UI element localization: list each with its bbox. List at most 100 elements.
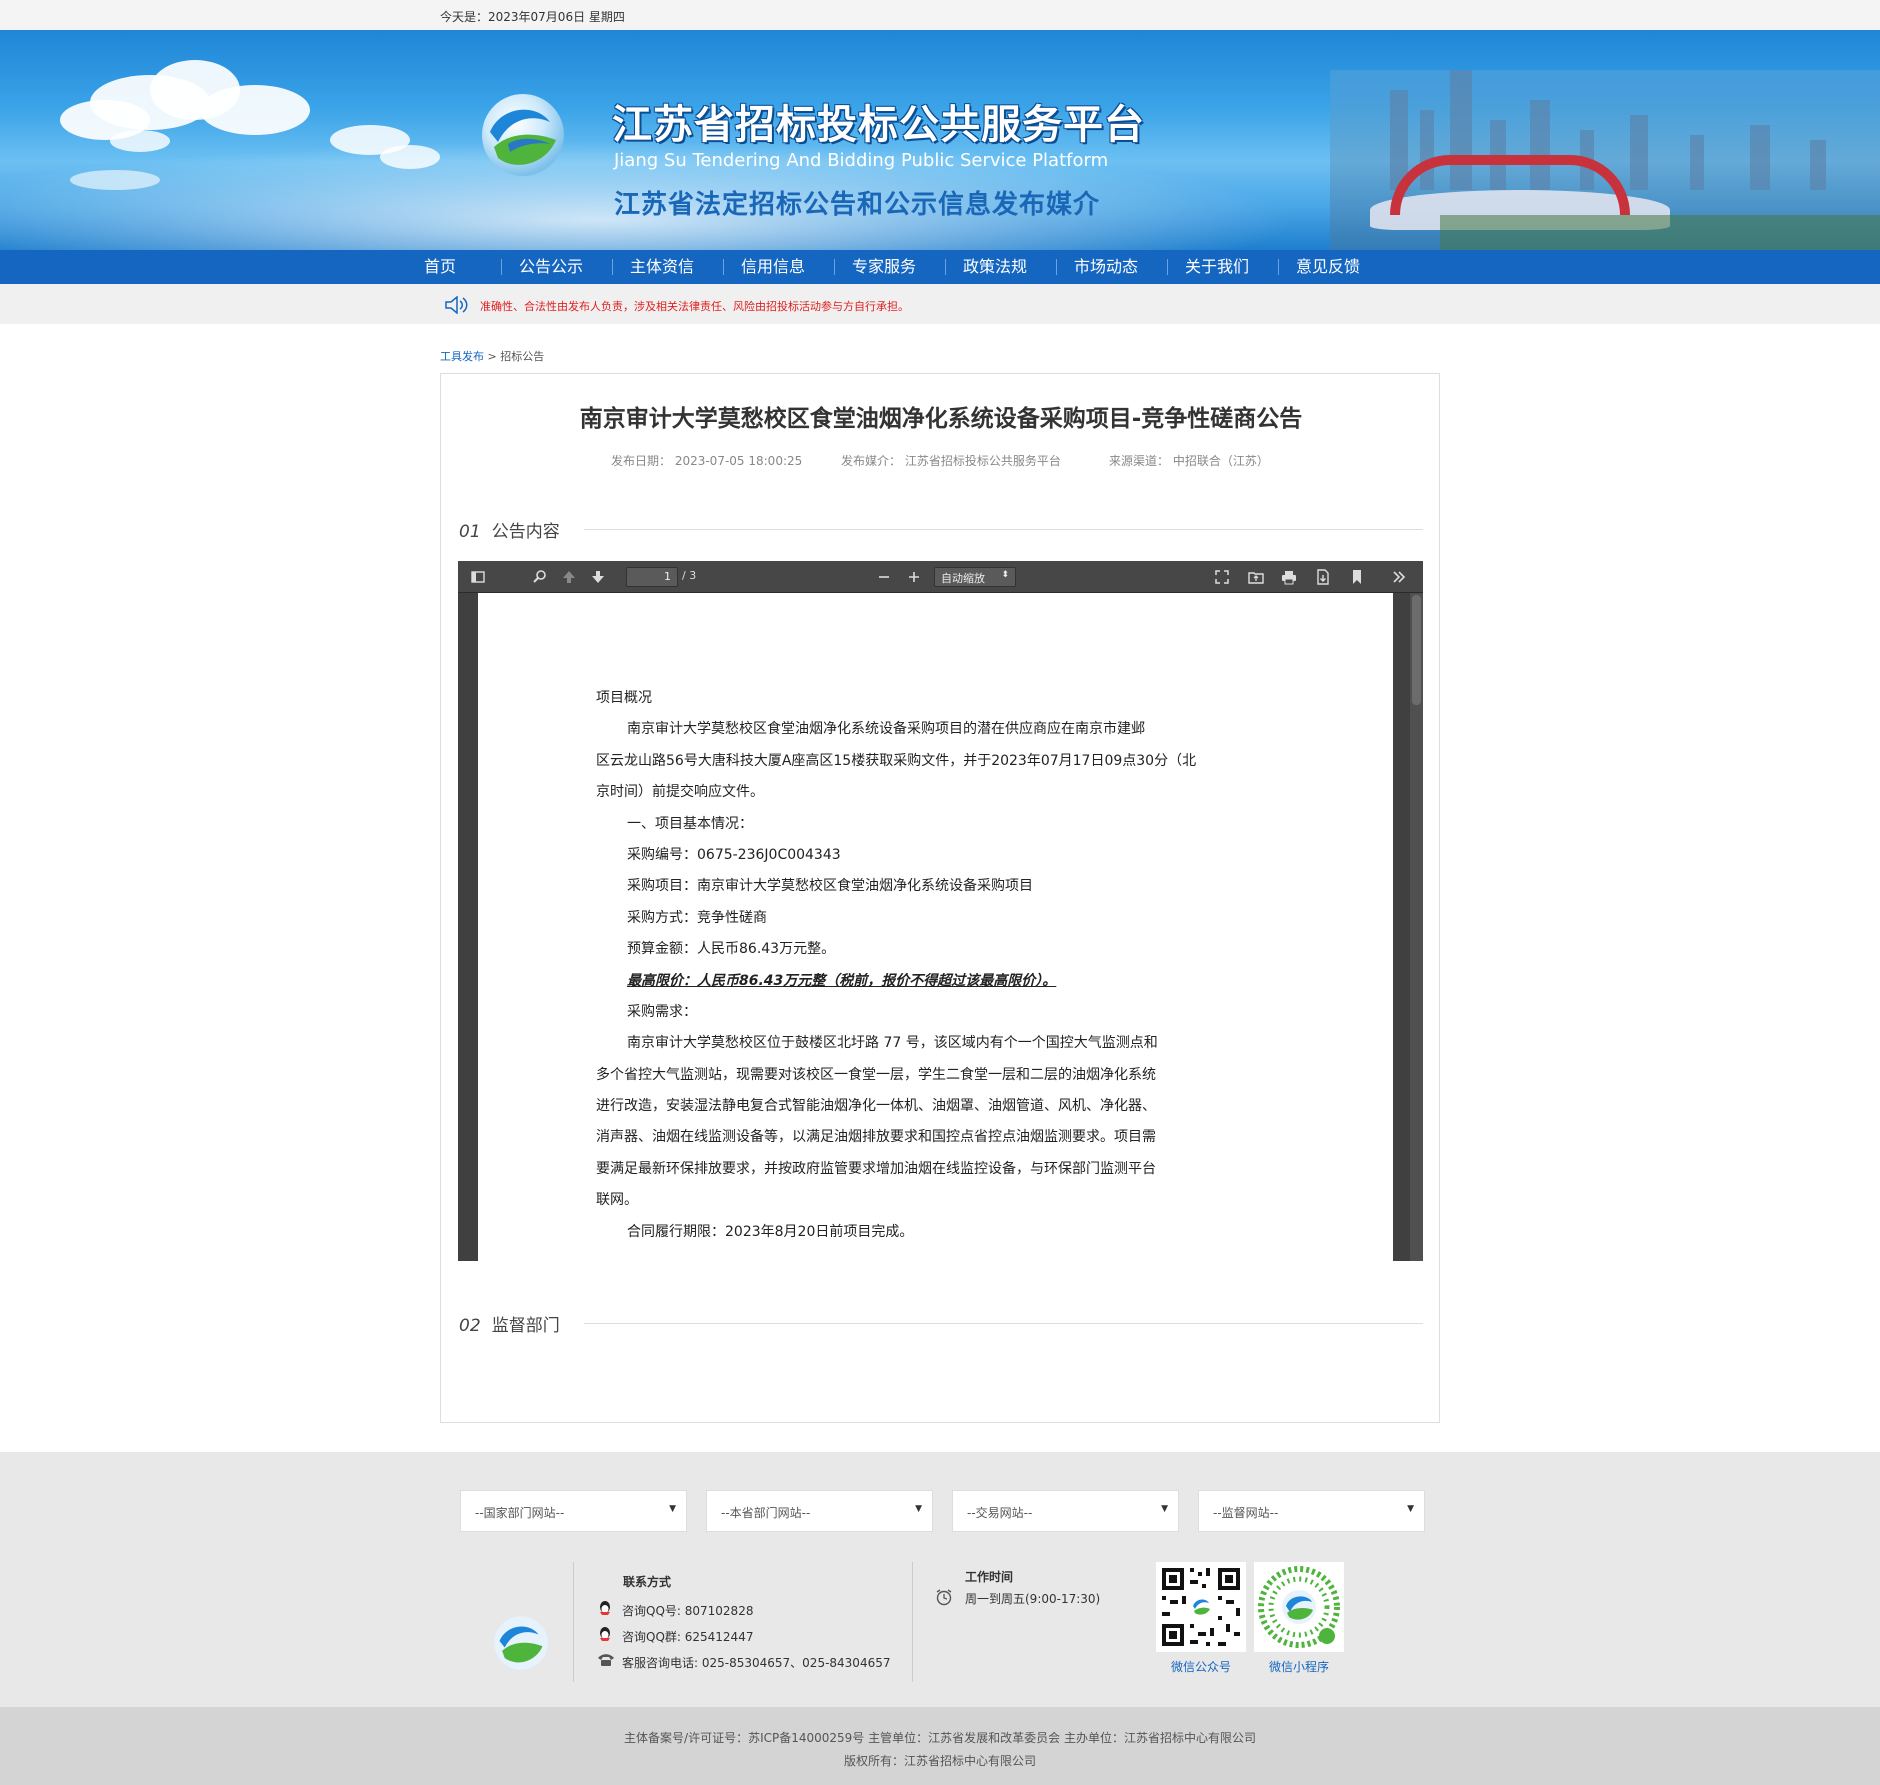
- qq-group: 咨询QQ群: 625412447: [622, 1630, 754, 1644]
- pdf-viewer[interactable]: 1 / 3 自动缩放 ⬍ 项目概况南京审计大学莫愁校区食堂油烟净化系统设备采购项…: [458, 561, 1423, 1261]
- publish-media: 发布媒介： 江苏省招标投标公共服务平台: [841, 454, 1061, 468]
- download-icon[interactable]: [1315, 569, 1331, 585]
- section-content-header: 01 公告内容: [459, 517, 1423, 542]
- chevron-down-icon: ▼: [1161, 1504, 1168, 1514]
- zoom-select-value: 自动缩放: [941, 572, 985, 585]
- pdf-scrollbar[interactable]: [1410, 593, 1423, 1261]
- pdf-text-line: 预算金额：人民币86.43万元整。: [627, 941, 836, 958]
- pdf-text-line: 联网。: [596, 1192, 638, 1209]
- breadcrumb-separator: >: [487, 350, 497, 363]
- nav-about[interactable]: 关于我们: [1167, 250, 1267, 284]
- platform-logo-icon: [482, 94, 564, 176]
- pdf-text-line: 项目概况: [596, 690, 652, 706]
- pdf-text-line: 进行改造，安装湿法静电复合式智能油烟净化一体机、油烟罩、油烟管道、风机、净化器、: [596, 1098, 1156, 1115]
- national-sites-select-value: --国家部门网站--: [475, 1506, 565, 1520]
- next-page-icon[interactable]: [590, 569, 606, 585]
- pdf-text-line: 采购需求：: [627, 1003, 697, 1020]
- copyright-owner: 版权所有：江苏省招标中心有限公司: [843, 1754, 1036, 1768]
- section-label: 公告内容: [491, 522, 560, 542]
- zoom-out-icon[interactable]: [876, 569, 892, 585]
- nav-market[interactable]: 市场动态: [1056, 250, 1156, 284]
- footer: --国家部门网站-- ▼ --本省部门网站-- ▼ --交易网站-- ▼ --监…: [0, 1452, 1880, 1707]
- pdf-text-line: 多个省控大气监测站，现需要对该校区一食堂一层，学生二食堂一层和二层的油烟净化系统: [596, 1066, 1156, 1083]
- pdf-page: 项目概况南京审计大学莫愁校区食堂油烟净化系统设备采购项目的潜在供应商应在南京市建…: [478, 593, 1393, 1261]
- page-number-input[interactable]: 1: [626, 567, 678, 587]
- tools-menu-icon[interactable]: [1391, 569, 1407, 585]
- pdf-text-line: 最高限价：人民币86.43万元整（税前，报价不得超过该最高限价）。: [627, 972, 1057, 989]
- wechat-miniprogram-label[interactable]: 微信小程序: [1254, 1658, 1344, 1675]
- top-date-bar: 今天是：2023年07月06日 星期四: [0, 0, 1880, 30]
- article-title: 南京审计大学莫愁校区食堂油烟净化系统设备采购项目-竞争性磋商公告: [579, 406, 1303, 432]
- qq-icon: [600, 1601, 610, 1615]
- search-icon[interactable]: [532, 569, 548, 585]
- page-count: / 3: [682, 569, 697, 582]
- platform-slogan: 江苏省法定招标公告和公示信息发布媒介: [614, 190, 1101, 220]
- pdf-toolbar: 1 / 3 自动缩放 ⬍: [458, 561, 1423, 593]
- supervision-sites-select-value: --监督网站--: [1213, 1506, 1279, 1520]
- icp-record: 主体备案号/许可证号：苏ICP备14000259号 主管单位：江苏省发展和改革委…: [624, 1731, 1256, 1745]
- notice-text: 准确性、合法性由发布人负责，涉及相关法律责任、风险由招投标活动参与方自行承担。: [480, 300, 909, 313]
- source-channel: 来源渠道： 中招联合（江苏）: [1109, 454, 1269, 468]
- chevron-updown-icon: ⬍: [1001, 570, 1009, 580]
- work-hours: 周一到周五(9:00-17:30): [965, 1592, 1101, 1606]
- copyright-bar: 主体备案号/许可证号：苏ICP备14000259号 主管单位：江苏省发展和改革委…: [0, 1707, 1880, 1785]
- nav-feedback[interactable]: 意见反馈: [1278, 250, 1378, 284]
- province-sites-select-value: --本省部门网站--: [721, 1506, 811, 1520]
- today-date: 今天是：2023年07月06日 星期四: [440, 10, 625, 24]
- nav-announcements[interactable]: 公告公示: [501, 250, 601, 284]
- nav-home[interactable]: 首页: [390, 250, 490, 284]
- section-supervision-header: 02 监督部门: [459, 1311, 1423, 1336]
- nav-policies[interactable]: 政策法规: [945, 250, 1045, 284]
- pdf-text-line: 南京审计大学莫愁校区食堂油烟净化系统设备采购项目的潜在供应商应在南京市建邺: [627, 721, 1145, 738]
- national-sites-select[interactable]: --国家部门网站-- ▼: [460, 1490, 687, 1532]
- platform-title-cn: 江苏省招标投标公共服务平台: [612, 102, 1145, 148]
- header-banner: 江苏省招标投标公共服务平台 Jiang Su Tendering And Bid…: [0, 30, 1880, 250]
- clock-icon: [936, 1589, 952, 1606]
- previous-page-icon[interactable]: [561, 569, 577, 585]
- phone-icon: [598, 1654, 614, 1666]
- section-number: 01: [459, 522, 481, 542]
- pdf-text-line: 采购方式：竞争性磋商: [627, 909, 767, 926]
- hours-heading: 工作时间: [965, 1570, 1014, 1584]
- pdf-text-line: 消声器、油烟在线监测设备等，以满足油烟排放要求和国控点省控点油烟监测要求。项目需: [596, 1129, 1156, 1146]
- wechat-miniprogram-qr: [1254, 1562, 1344, 1652]
- speaker-icon: [445, 296, 468, 314]
- trade-sites-select-value: --交易网站--: [967, 1506, 1033, 1520]
- nav-credit[interactable]: 信用信息: [723, 250, 823, 284]
- wechat-official-label[interactable]: 微信公众号: [1156, 1658, 1246, 1675]
- pdf-scrollbar-thumb[interactable]: [1412, 595, 1421, 705]
- platform-title-en: Jiang Su Tendering And Bidding Public Se…: [614, 150, 1109, 171]
- print-icon[interactable]: [1281, 569, 1297, 585]
- section-label: 监督部门: [491, 1316, 560, 1336]
- pdf-text-line: 要满足最新环保排放要求，并按政府监管要求增加油烟在线监控设备，与环保部门监测平台: [596, 1160, 1156, 1177]
- notice-bar: 准确性、合法性由发布人负责，涉及相关法律责任、风险由招投标活动参与方自行承担。: [0, 284, 1880, 324]
- nav-experts[interactable]: 专家服务: [834, 250, 934, 284]
- bookmark-icon[interactable]: [1349, 569, 1365, 585]
- zoom-in-icon[interactable]: [906, 569, 922, 585]
- pdf-text-line: 合同履行期限：2023年8月20日前项目完成。: [627, 1223, 914, 1240]
- trade-sites-select[interactable]: --交易网站-- ▼: [952, 1490, 1179, 1532]
- contact-heading: 联系方式: [623, 1575, 672, 1589]
- chevron-down-icon: ▼: [1407, 1504, 1414, 1514]
- province-sites-select[interactable]: --本省部门网站-- ▼: [706, 1490, 933, 1532]
- pdf-text-line: 采购编号：0675-236J0C004343: [627, 846, 841, 863]
- nav-credentials[interactable]: 主体资信: [612, 250, 712, 284]
- pdf-text-line: 京时间）前提交响应文件。: [596, 784, 764, 801]
- pdf-document-text: 项目概况南京审计大学莫愁校区食堂油烟净化系统设备采购项目的潜在供应商应在南京市建…: [596, 683, 1266, 1248]
- zoom-select[interactable]: 自动缩放 ⬍: [934, 567, 1016, 587]
- supervision-sites-select[interactable]: --监督网站-- ▼: [1198, 1490, 1425, 1532]
- qq-number: 咨询QQ号: 807102828: [622, 1604, 754, 1618]
- breadcrumb-home-link[interactable]: 工具发布: [440, 350, 484, 363]
- article-container: 南京审计大学莫愁校区食堂油烟净化系统设备采购项目-竞争性磋商公告 发布日期： 2…: [440, 373, 1440, 1423]
- chevron-down-icon: ▼: [669, 1504, 676, 1514]
- pdf-text-line: 南京审计大学莫愁校区位于鼓楼区北圩路 77 号，该区域内有个一个国控大气监测点和: [627, 1035, 1158, 1052]
- main-nav: 首页 公告公示 主体资信 信用信息 专家服务 政策法规 市场动态 关于我们 意见…: [0, 250, 1880, 284]
- presentation-mode-icon[interactable]: [1214, 569, 1230, 585]
- qq-group-icon: [600, 1627, 610, 1641]
- chevron-down-icon: ▼: [915, 1504, 922, 1514]
- pdf-text-line: 区云龙山路56号大唐科技大厦A座高区15楼获取采购文件，并于2023年07月17…: [596, 752, 1197, 769]
- pdf-text-line: 采购项目：南京审计大学莫愁校区食堂油烟净化系统设备采购项目: [627, 878, 1033, 895]
- open-file-icon[interactable]: [1248, 569, 1264, 585]
- breadcrumb-current: 招标公告: [500, 350, 545, 363]
- sidebar-toggle-icon[interactable]: [470, 569, 486, 585]
